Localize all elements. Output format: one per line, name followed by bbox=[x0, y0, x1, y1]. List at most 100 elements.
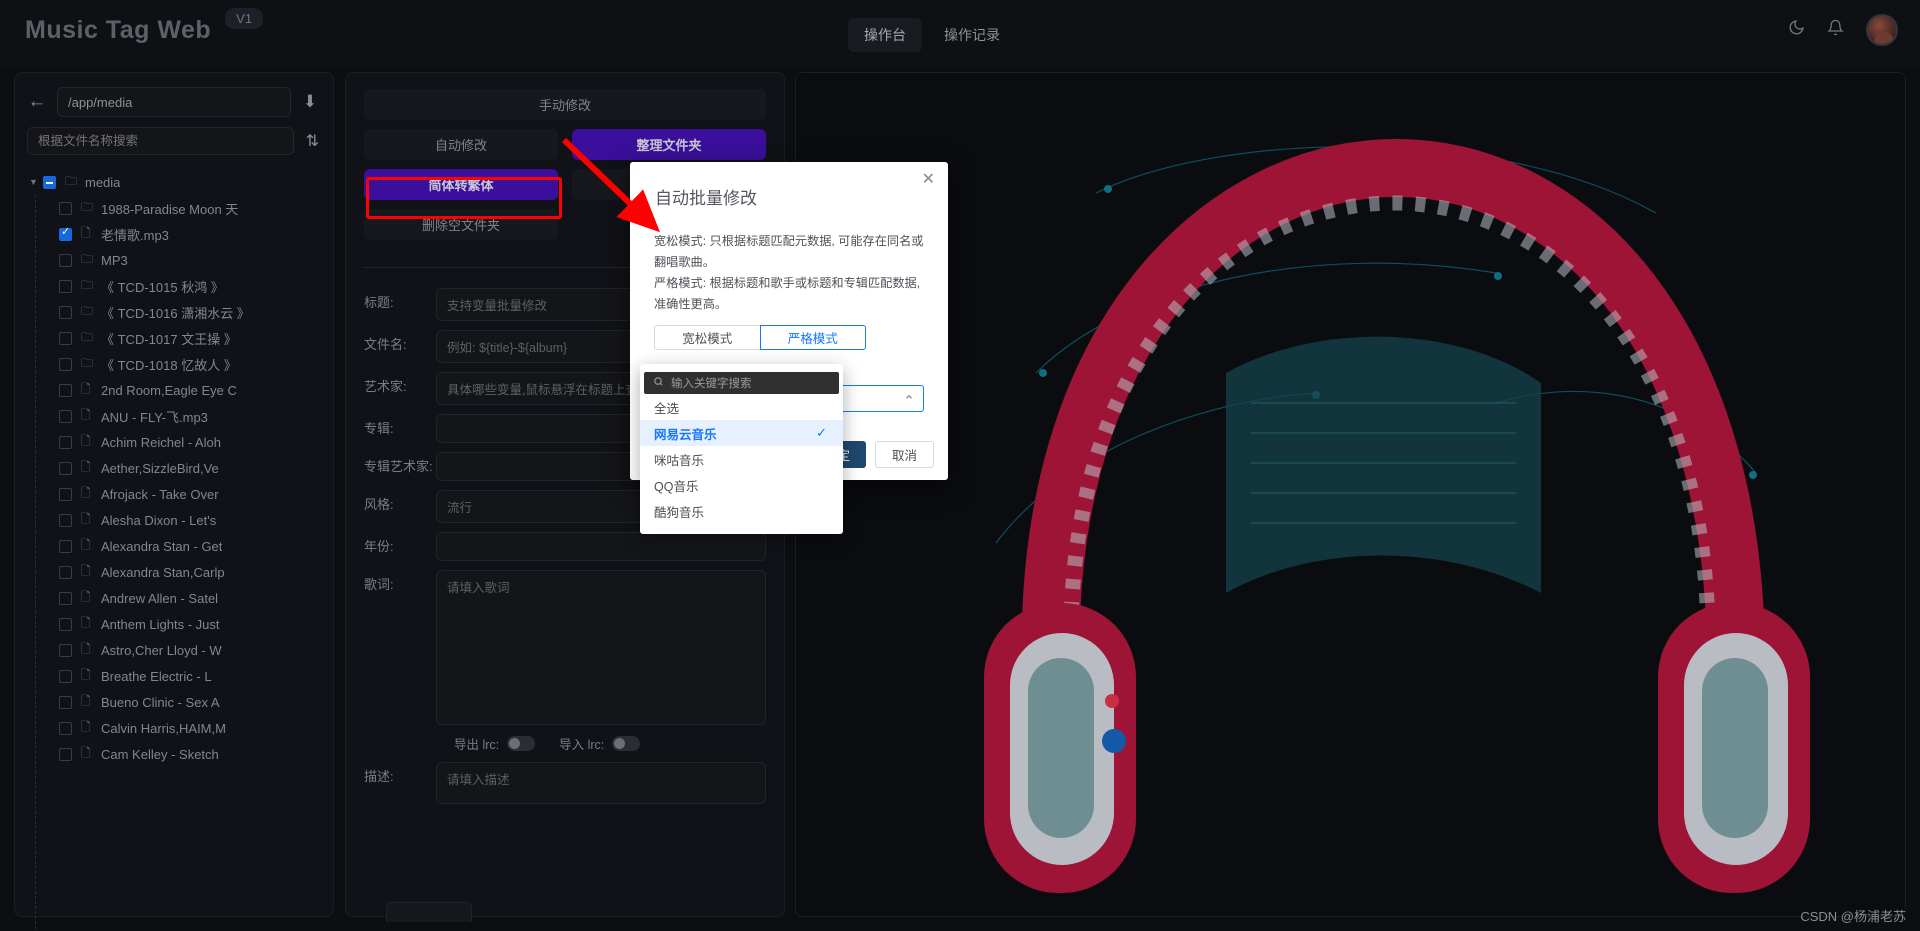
tree-row[interactable]: 🗋 Astro,Cher Lloyd - W bbox=[25, 637, 333, 663]
action-button-0[interactable]: 手动修改 bbox=[364, 89, 766, 120]
tab-history[interactable]: 操作记录 bbox=[928, 18, 1016, 52]
tree-item-checkbox[interactable] bbox=[59, 331, 72, 345]
dropdown-item[interactable]: 全选 bbox=[640, 394, 843, 420]
lrc-export-toggle[interactable] bbox=[507, 736, 536, 751]
tree-row[interactable]: 🗋 Cam Kelley - Sketch bbox=[25, 741, 333, 767]
tree-row[interactable]: 🗋 Alexandra Stan - Get bbox=[25, 533, 333, 559]
file-audio-icon: 🗋 bbox=[81, 615, 91, 630]
dropdown-search-placeholder: 输入关键字搜索 bbox=[671, 378, 752, 390]
cancel-button[interactable]: 取消 bbox=[874, 441, 934, 468]
desc-input[interactable]: 请填入描述 bbox=[436, 762, 766, 804]
tree-row[interactable]: 🗋 Aether,SizzleBird,Ve bbox=[25, 455, 333, 481]
lrc-import-toggle[interactable] bbox=[612, 736, 641, 751]
mode-loose-button[interactable]: 宽松模式 bbox=[654, 325, 761, 350]
header-tabs: 操作台 操作记录 bbox=[848, 18, 1016, 52]
dropdown-search-box[interactable]: 输入关键字搜索 bbox=[644, 372, 839, 394]
tree-item-checkbox[interactable] bbox=[59, 539, 72, 553]
tree-item-label: 《 TCD-1017 文王操 》 bbox=[101, 331, 237, 347]
bell-icon[interactable] bbox=[1827, 19, 1844, 41]
tree-row[interactable]: 🗋 Calvin Harris,HAIM,M bbox=[25, 715, 333, 741]
file-browser-panel: ← ⬇ ⇅ ▼ 🗀 media 🗀 1988-Paradise Moon 天 🗋 老情… bbox=[14, 72, 334, 929]
tab-console[interactable]: 操作台 bbox=[848, 18, 922, 52]
dropdown-item[interactable]: 网易云音乐 ✓ bbox=[640, 420, 843, 446]
download-icon[interactable]: ⬇ bbox=[301, 92, 319, 112]
close-icon[interactable]: ✕ bbox=[922, 172, 935, 188]
action-button-1[interactable]: 自动修改 bbox=[364, 129, 558, 160]
chevron-down-icon[interactable]: ▼ bbox=[29, 177, 39, 187]
path-input[interactable] bbox=[57, 87, 291, 117]
field-placeholder: 具体哪些变量,鼠标悬浮在标题上查 bbox=[447, 383, 638, 397]
tree-item-checkbox[interactable] bbox=[59, 461, 72, 475]
tree-row[interactable]: 🗋 ANU - FLY-飞.mp3 bbox=[25, 403, 333, 429]
tree-row[interactable]: 🗀 MP3 bbox=[25, 247, 333, 273]
file-audio-icon: 🗋 bbox=[81, 589, 91, 604]
field-label: 歌词: bbox=[364, 577, 394, 592]
tree-row[interactable]: 🗋 Afrojack - Take Over bbox=[25, 481, 333, 507]
tree-item-checkbox[interactable] bbox=[59, 669, 72, 683]
tree-row[interactable]: 🗋 Bueno Clinic - Sex A bbox=[25, 689, 333, 715]
dropdown-item-label: 全选 bbox=[654, 401, 680, 416]
tree-item-checkbox[interactable] bbox=[59, 617, 72, 631]
tree-item-label: Alesha Dixon - Let's bbox=[101, 512, 217, 528]
field-input[interactable] bbox=[436, 532, 766, 561]
tree-item-checkbox[interactable] bbox=[59, 487, 72, 501]
tree-row[interactable]: 🗋 老情歌.mp3 bbox=[25, 221, 333, 247]
tree-item-checkbox[interactable] bbox=[59, 305, 72, 319]
tree-item-checkbox[interactable] bbox=[59, 253, 72, 267]
dropdown-item-label: 网易云音乐 bbox=[654, 427, 717, 442]
tree-item-label: ANU - FLY-飞.mp3 bbox=[101, 409, 208, 425]
tree-row[interactable]: 🗀 《 TCD-1016 潇湘水云 》 bbox=[25, 299, 333, 325]
dropdown-item[interactable]: QQ音乐 bbox=[640, 472, 843, 498]
mode-segmented-control: 宽松模式 严格模式 bbox=[654, 325, 866, 350]
tree-row[interactable]: 🗋 Andrew Allen - Satel bbox=[25, 585, 333, 611]
action-button-3[interactable]: 简体转繁体 bbox=[364, 169, 558, 200]
tree-row[interactable]: 🗋 Anthem Lights - Just bbox=[25, 611, 333, 637]
sort-icon[interactable]: ⇅ bbox=[306, 131, 319, 151]
moon-icon[interactable] bbox=[1788, 19, 1805, 41]
dialog-desc-loose: 宽松模式: 只根据标题匹配元数据, 可能存在同名或翻唱歌曲。 bbox=[654, 234, 924, 269]
tree-row[interactable]: 🗀 《 TCD-1017 文王操 》 bbox=[25, 325, 333, 351]
file-audio-icon: 🗋 bbox=[81, 693, 91, 708]
action-button-5[interactable]: 删除空文件夹 bbox=[364, 209, 558, 240]
tree-item-checkbox[interactable] bbox=[59, 513, 72, 527]
tree-item-checkbox[interactable] bbox=[59, 409, 72, 423]
tree-item-checkbox[interactable] bbox=[59, 565, 72, 579]
tree-item-checkbox[interactable] bbox=[59, 357, 72, 371]
tree-item-checkbox[interactable] bbox=[59, 383, 72, 397]
dropdown-item[interactable]: 咪咕音乐 bbox=[640, 446, 843, 472]
tree-item-checkbox[interactable] bbox=[59, 643, 72, 657]
tree-checkbox[interactable] bbox=[43, 175, 56, 189]
chevron-up-icon[interactable] bbox=[904, 392, 914, 405]
tree-row[interactable]: 🗋 Alexandra Stan,Carlp bbox=[25, 559, 333, 585]
tree-item-checkbox[interactable] bbox=[59, 695, 72, 709]
avatar[interactable] bbox=[1866, 14, 1898, 46]
action-button-2[interactable]: 整理文件夹 bbox=[572, 129, 766, 160]
field-input[interactable]: 请填入歌词 bbox=[436, 570, 766, 725]
tree-item-checkbox[interactable] bbox=[59, 721, 72, 735]
file-audio-icon: 🗋 bbox=[81, 745, 91, 760]
tree-item-checkbox[interactable] bbox=[59, 279, 72, 293]
folder-icon: 🗀 bbox=[65, 173, 78, 188]
tree-row[interactable]: 🗋 Alesha Dixon - Let's bbox=[25, 507, 333, 533]
search-input[interactable] bbox=[27, 127, 294, 155]
tree-row-root[interactable]: ▼ 🗀 media bbox=[25, 169, 333, 195]
tree-row[interactable]: 🗋 Achim Reichel - Aloh bbox=[25, 429, 333, 455]
tree-item-label: Afrojack - Take Over bbox=[101, 486, 219, 502]
tree-item-checkbox[interactable] bbox=[59, 435, 72, 449]
tree-guide-line bbox=[35, 195, 36, 929]
back-arrow-icon[interactable]: ← bbox=[27, 91, 47, 113]
tree-row[interactable]: 🗀 《 TCD-1015 秋鸿 》 bbox=[25, 273, 333, 299]
tree-item-checkbox[interactable] bbox=[59, 591, 72, 605]
dropdown-item[interactable]: 酷狗音乐 bbox=[640, 498, 843, 524]
mode-strict-button[interactable]: 严格模式 bbox=[759, 325, 866, 350]
tree-row[interactable]: 🗋 Breathe Electric - L bbox=[25, 663, 333, 689]
search-icon bbox=[653, 376, 664, 390]
tree-item-checkbox[interactable] bbox=[59, 201, 72, 215]
tree-row[interactable]: 🗀 《 TCD-1018 忆故人 》 bbox=[25, 351, 333, 377]
tree-row[interactable]: 🗀 1988-Paradise Moon 天 bbox=[25, 195, 333, 221]
tree-row[interactable]: 🗋 2nd Room,Eagle Eye C bbox=[25, 377, 333, 403]
tree-item-checkbox[interactable] bbox=[59, 226, 72, 241]
file-audio-icon: 🗋 bbox=[81, 719, 91, 734]
tree-item-checkbox[interactable] bbox=[59, 747, 72, 761]
tree-item-label: Breathe Electric - L bbox=[101, 668, 212, 684]
